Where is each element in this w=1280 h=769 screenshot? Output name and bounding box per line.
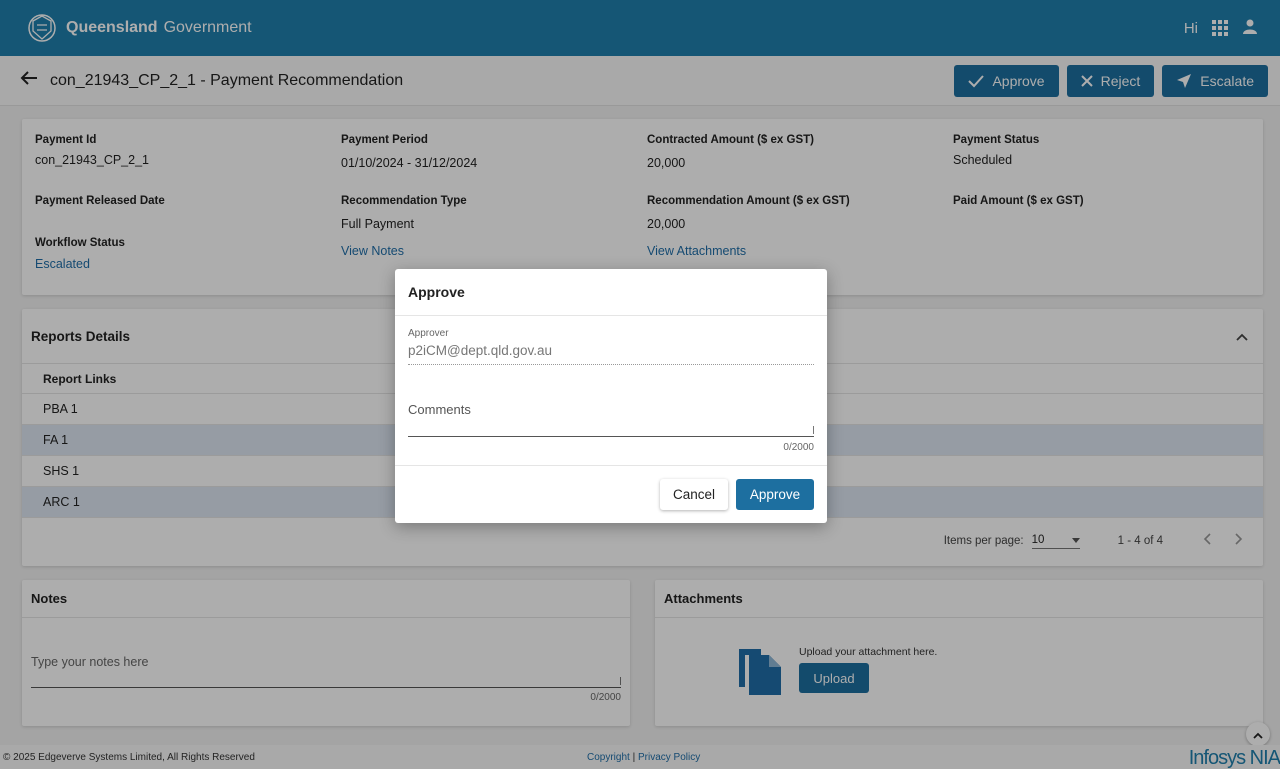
approve-dialog: Approve Approver p2iCM@dept.qld.gov.au C… xyxy=(395,269,827,523)
cancel-button[interactable]: Cancel xyxy=(660,479,728,510)
approver-label: Approver xyxy=(408,328,449,339)
approver-field: p2iCM@dept.qld.gov.au xyxy=(408,343,814,365)
dialog-footer: Cancel Approve xyxy=(395,465,827,523)
comments-textarea[interactable]: Comments xyxy=(408,402,814,437)
comments-placeholder: Comments xyxy=(408,402,471,417)
resize-handle-icon[interactable] xyxy=(806,426,814,434)
comments-counter: 0/2000 xyxy=(783,442,814,453)
dialog-approve-button[interactable]: Approve xyxy=(736,479,814,510)
dialog-title: Approve xyxy=(395,269,827,316)
